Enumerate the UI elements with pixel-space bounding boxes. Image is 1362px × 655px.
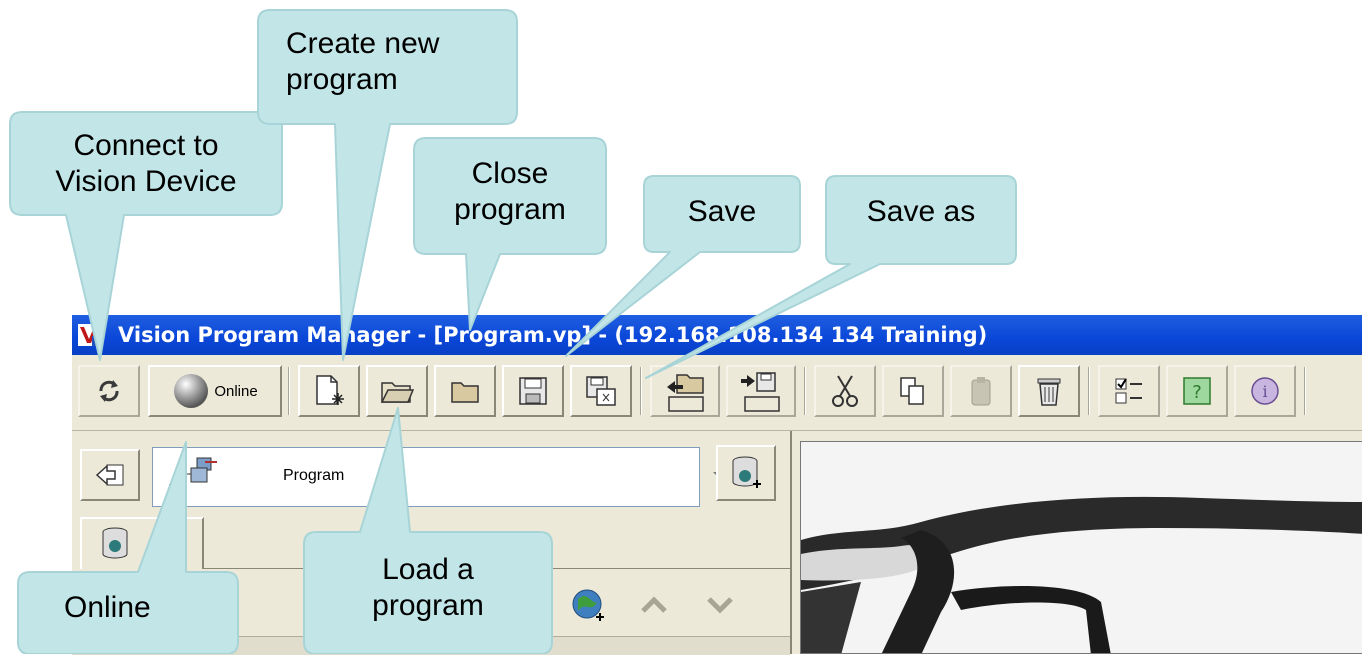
callout-save-text: Save bbox=[687, 195, 757, 228]
online-button[interactable]: Online bbox=[148, 365, 282, 417]
new-program-button[interactable] bbox=[298, 365, 360, 417]
database-add-icon bbox=[732, 456, 761, 488]
svg-text:?: ? bbox=[1192, 382, 1202, 403]
program-selector-value: Program bbox=[283, 467, 345, 484]
move-up-button[interactable] bbox=[624, 577, 684, 633]
new-document-icon bbox=[316, 375, 344, 405]
app-logo-icon bbox=[78, 324, 100, 346]
svg-text:i: i bbox=[1262, 382, 1267, 401]
trash-icon bbox=[1037, 378, 1061, 406]
image-view-pane bbox=[790, 431, 1362, 654]
move-down-button[interactable] bbox=[690, 577, 750, 633]
callout-connect-text: Connect to Vision Device bbox=[55, 129, 237, 198]
tab-device[interactable] bbox=[80, 517, 204, 569]
help-icon: ? bbox=[1183, 377, 1211, 405]
gray-sphere-icon bbox=[174, 374, 209, 408]
save-button[interactable] bbox=[502, 365, 564, 417]
callout-close-text: Close program bbox=[454, 157, 566, 226]
camera-image-graphic bbox=[801, 442, 1362, 653]
callout-saveas-text: Save as bbox=[866, 195, 976, 228]
toolbar-separator bbox=[1304, 367, 1306, 415]
add-global-button[interactable] bbox=[558, 577, 618, 633]
program-selector[interactable]: Program bbox=[152, 447, 745, 507]
checklist-button[interactable] bbox=[1098, 365, 1160, 417]
toolbar-separator bbox=[640, 367, 642, 415]
connect-button[interactable] bbox=[78, 365, 140, 417]
floppy-save-icon bbox=[519, 377, 547, 405]
back-button[interactable] bbox=[80, 449, 140, 501]
checklist-icon bbox=[1115, 378, 1142, 404]
info-button[interactable]: i bbox=[1234, 365, 1296, 417]
load-program-button[interactable] bbox=[366, 365, 428, 417]
import-button[interactable] bbox=[650, 365, 720, 417]
delete-button[interactable] bbox=[1018, 365, 1080, 417]
globe-add-icon bbox=[572, 589, 604, 621]
folder-import-icon bbox=[667, 374, 704, 412]
add-device-button[interactable] bbox=[716, 445, 776, 501]
open-folder-icon bbox=[380, 382, 414, 403]
refresh-arrows-icon bbox=[99, 380, 119, 402]
main-toolbar: Online ? i bbox=[72, 355, 1362, 431]
copy-icon bbox=[900, 377, 924, 405]
callout-load-text: Load a program bbox=[372, 553, 484, 622]
copy-button[interactable] bbox=[882, 365, 944, 417]
panel-header-strip bbox=[72, 636, 790, 655]
callout-online-text: Online bbox=[64, 591, 151, 624]
toolbar-separator bbox=[1088, 367, 1090, 415]
floppy-save-as-icon bbox=[586, 376, 616, 406]
window-title: Vision Program Manager - [Program.vp] - … bbox=[118, 323, 988, 347]
folder-export-icon bbox=[741, 372, 780, 412]
scissors-icon bbox=[832, 375, 858, 407]
online-label: Online bbox=[214, 382, 258, 400]
toolbar-separator bbox=[804, 367, 806, 415]
database-icon bbox=[102, 527, 128, 559]
chevron-down-icon bbox=[707, 597, 733, 614]
back-arrow-icon bbox=[95, 464, 124, 486]
toolbar-separator bbox=[288, 367, 290, 415]
callout-create-text: Create new program bbox=[286, 27, 440, 96]
chevron-up-icon bbox=[641, 596, 667, 613]
camera-image[interactable] bbox=[800, 441, 1362, 654]
export-button[interactable] bbox=[726, 365, 796, 417]
close-program-button[interactable] bbox=[434, 365, 496, 417]
help-button[interactable]: ? bbox=[1166, 365, 1228, 417]
cut-button[interactable] bbox=[814, 365, 876, 417]
info-icon: i bbox=[1251, 377, 1279, 405]
save-as-button[interactable] bbox=[570, 365, 632, 417]
paste-button[interactable] bbox=[950, 365, 1012, 417]
title-bar: Vision Program Manager - [Program.vp] - … bbox=[72, 315, 1362, 355]
close-folder-icon bbox=[451, 382, 479, 403]
program-tree-icon bbox=[169, 457, 217, 496]
paste-icon bbox=[971, 377, 991, 406]
